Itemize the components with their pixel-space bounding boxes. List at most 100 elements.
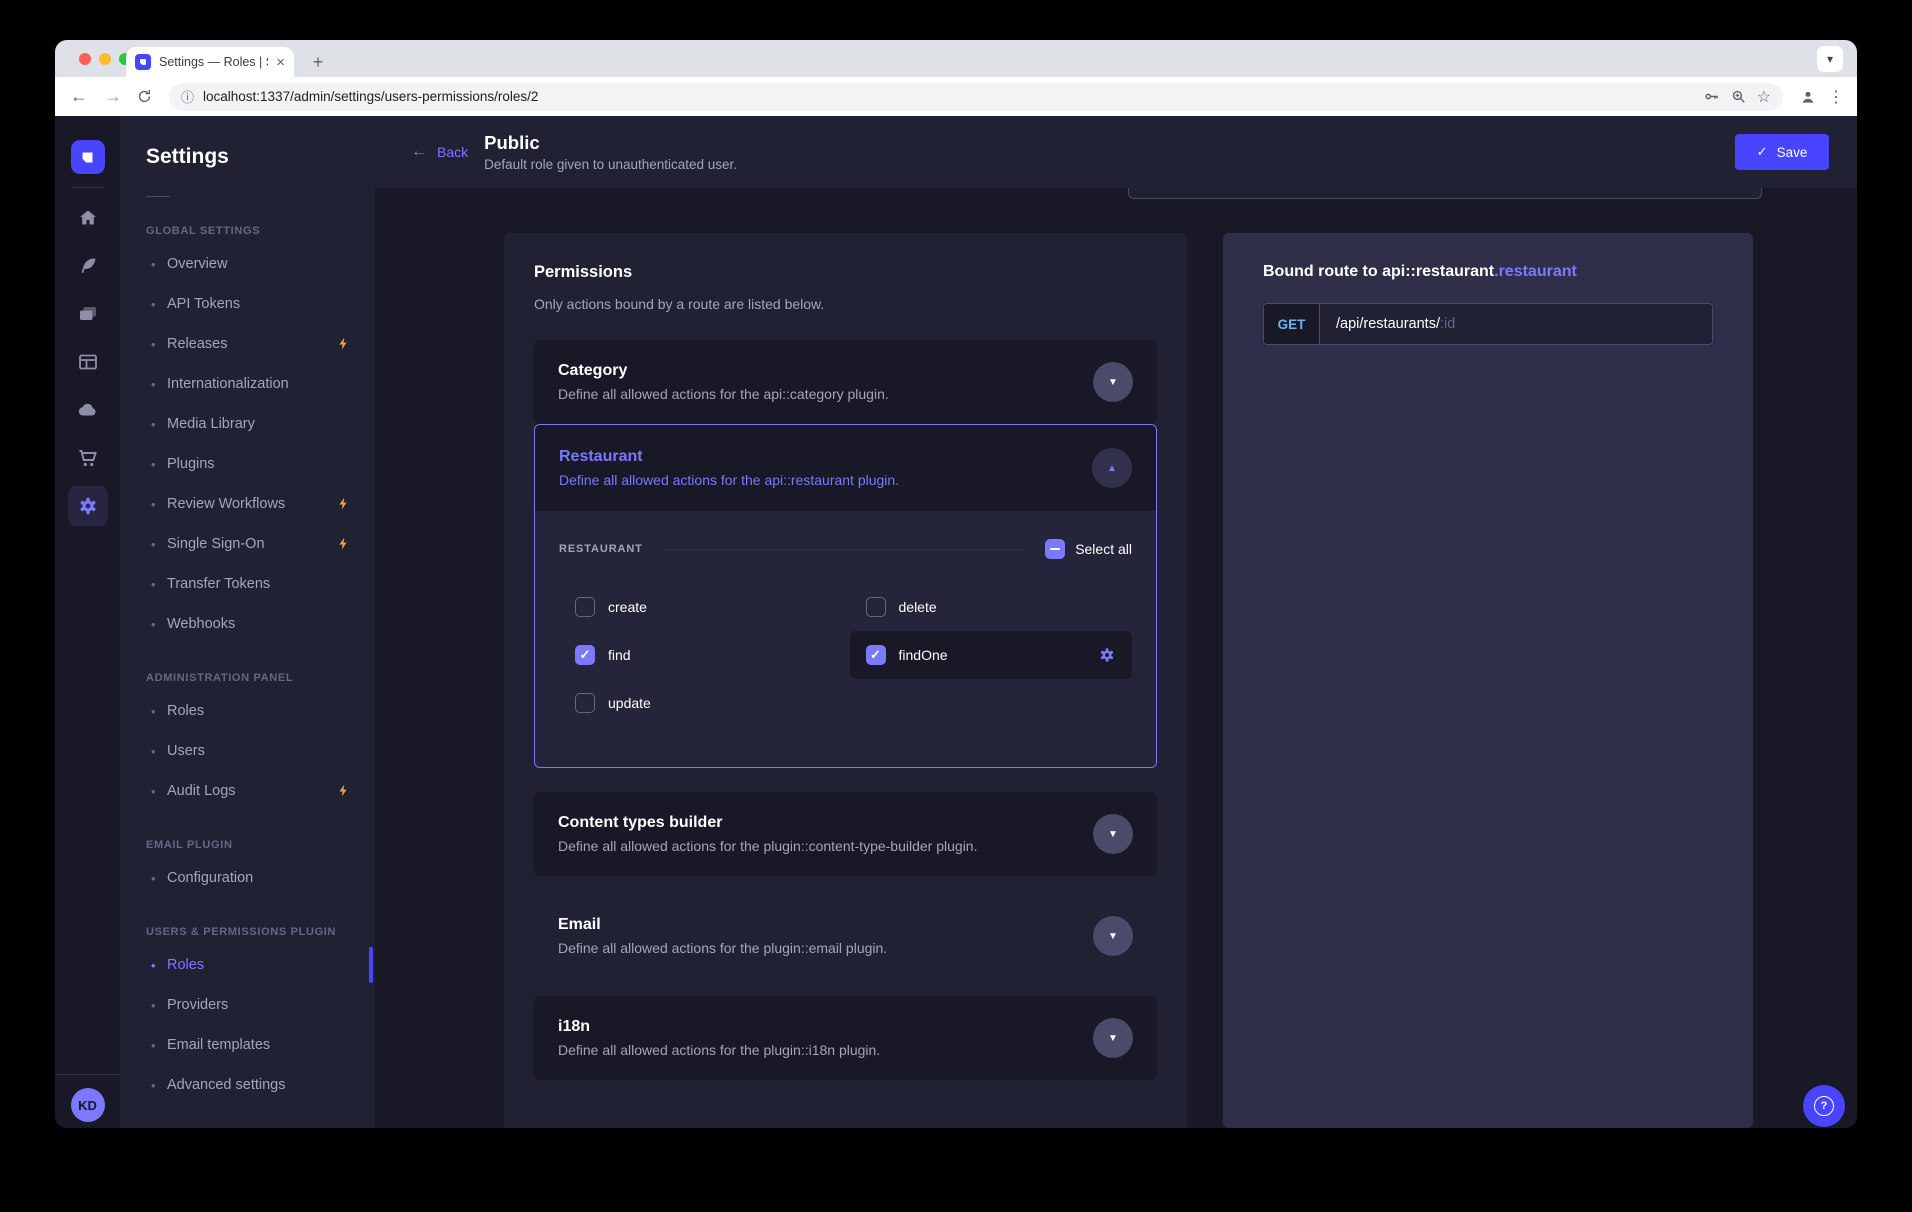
group-label: RESTAURANT (559, 543, 643, 555)
sidebar-item-advanced-settings[interactable]: Advanced settings (120, 1065, 375, 1105)
save-button[interactable]: ✓ Save (1735, 134, 1829, 170)
browser-tab[interactable]: Settings — Roles | Strapi × (126, 47, 294, 77)
site-info-icon[interactable]: ⓘ (181, 87, 194, 106)
settings-cog-icon[interactable] (1098, 646, 1116, 664)
url-bar[interactable]: ⓘ localhost:1337/admin/settings/users-pe… (169, 83, 1783, 111)
lightning-icon (336, 336, 351, 351)
select-all-control[interactable]: Select all (1045, 539, 1132, 559)
tab-search-chevron-icon[interactable]: ▾ (1817, 46, 1843, 72)
browser-forward-icon[interactable]: → (101, 86, 125, 107)
permission-update[interactable]: update (559, 679, 842, 727)
accordion-category[interactable]: Category Define all allowed actions for … (534, 340, 1157, 424)
sidebar-item-releases[interactable]: Releases (120, 324, 375, 364)
marketplace-cart-icon[interactable] (68, 438, 108, 478)
permission-label: findOne (899, 647, 948, 663)
password-key-icon[interactable] (1703, 88, 1721, 106)
indeterminate-mark (1050, 548, 1060, 551)
profile-icon[interactable] (1799, 88, 1817, 106)
zoom-icon[interactable] (1730, 88, 1748, 106)
sidebar-divider (146, 196, 170, 197)
settings-gear-icon[interactable] (68, 486, 108, 526)
permission-findone[interactable]: ✓ findOne (850, 631, 1133, 679)
save-label: Save (1777, 145, 1808, 160)
rail-divider (71, 187, 104, 188)
sidebar-item-providers[interactable]: Providers (120, 985, 375, 1025)
sidebar-item-transfer-tokens[interactable]: Transfer Tokens (120, 564, 375, 604)
tab-close-icon[interactable]: × (276, 55, 285, 70)
content-type-builder-layout-icon[interactable] (68, 342, 108, 382)
minimize-window-button[interactable] (99, 53, 111, 65)
accordion-restaurant-header[interactable]: Restaurant Define all allowed actions fo… (535, 425, 1156, 511)
sidebar-item-single-sign-on[interactable]: Single Sign-On (120, 524, 375, 564)
accordion-email[interactable]: Email Define all allowed actions for the… (534, 894, 1157, 978)
settings-sidebar: Settings GLOBAL SETTINGS Overview API To… (120, 116, 375, 1128)
expand-toggle-button[interactable]: ▼ (1093, 362, 1133, 402)
find-checkbox[interactable]: ✓ (575, 645, 595, 665)
http-method-badge: GET (1264, 304, 1320, 344)
bound-route-title: Bound route to api::restaurant.restauran… (1263, 263, 1713, 281)
permission-create[interactable]: create (559, 583, 842, 631)
strapi-logo[interactable] (71, 140, 105, 174)
reload-icon[interactable] (135, 88, 153, 106)
select-all-checkbox[interactable] (1045, 539, 1065, 559)
caret-down-icon: ▼ (1108, 1033, 1118, 1044)
check-icon: ✓ (1757, 144, 1768, 160)
expand-toggle-button[interactable]: ▼ (1093, 814, 1133, 854)
expand-toggle-button[interactable]: ▼ (1093, 916, 1133, 956)
sidebar-item-audit-logs[interactable]: Audit Logs (120, 771, 375, 811)
expand-toggle-button[interactable]: ▼ (1093, 1018, 1133, 1058)
close-window-button[interactable] (79, 53, 91, 65)
section-label-users-permissions-plugin: USERS & PERMISSIONS PLUGIN (120, 925, 375, 939)
sidebar-item-overview[interactable]: Overview (120, 244, 375, 284)
strapi-app: KD Settings GLOBAL SETTINGS Overview API… (55, 116, 1857, 1128)
check-icon: ✓ (580, 647, 591, 663)
sidebar-item-internationalization[interactable]: Internationalization (120, 364, 375, 404)
permission-delete[interactable]: delete (850, 583, 1133, 631)
active-item-indicator (369, 947, 373, 983)
sidebar-item-email-templates[interactable]: Email templates (120, 1025, 375, 1065)
new-tab-button[interactable]: + (305, 49, 331, 75)
main-content: ← Back Public Default role given to unau… (375, 116, 1857, 1128)
user-avatar[interactable]: KD (71, 1088, 105, 1122)
sidebar-item-plugins[interactable]: Plugins (120, 444, 375, 484)
media-library-images-icon[interactable] (68, 294, 108, 334)
permission-label: find (608, 647, 631, 663)
update-checkbox[interactable] (575, 693, 595, 713)
lightning-icon (336, 783, 351, 798)
content-manager-feather-icon[interactable] (68, 246, 108, 286)
bookmark-star-icon[interactable]: ☆ (1757, 87, 1771, 107)
sidebar-item-media-library[interactable]: Media Library (120, 404, 375, 444)
sidebar-item-configuration[interactable]: Configuration (120, 858, 375, 898)
accordion-content-types-builder[interactable]: Content types builder Define all allowed… (534, 792, 1157, 876)
sidebar-item-up-roles[interactable]: Roles (120, 945, 375, 985)
create-checkbox[interactable] (575, 597, 595, 617)
accordion-i18n[interactable]: i18n Define all allowed actions for the … (534, 996, 1157, 1080)
findone-checkbox[interactable]: ✓ (866, 645, 886, 665)
back-label: Back (437, 144, 468, 160)
collapse-toggle-button[interactable]: ▲ (1092, 448, 1132, 488)
sidebar-title: Settings (120, 144, 375, 170)
sidebar-item-review-workflows[interactable]: Review Workflows (120, 484, 375, 524)
bound-route-panel: Bound route to api::restaurant.restauran… (1223, 233, 1753, 1128)
window-controls (79, 53, 131, 65)
browser-menu-icon[interactable]: ⋮ (1827, 87, 1845, 107)
accordion-description: Define all allowed actions for the plugi… (558, 940, 887, 956)
sidebar-item-users[interactable]: Users (120, 731, 375, 771)
home-icon[interactable] (68, 198, 108, 238)
sidebar-item-webhooks[interactable]: Webhooks (120, 604, 375, 644)
delete-checkbox[interactable] (866, 597, 886, 617)
sidebar-item-api-tokens[interactable]: API Tokens (120, 284, 375, 324)
accordion-title: Category (558, 362, 889, 380)
cloud-icon[interactable] (68, 390, 108, 430)
rail-footer-divider (55, 1074, 120, 1075)
browser-back-icon[interactable]: ← (67, 86, 91, 107)
help-button[interactable]: ? (1803, 1085, 1845, 1127)
sidebar-item-admin-roles[interactable]: Roles (120, 691, 375, 731)
back-link[interactable]: ← Back (411, 143, 468, 161)
permission-find[interactable]: ✓ find (559, 631, 842, 679)
accordion-title: i18n (558, 1018, 880, 1036)
route-endpoint-field[interactable]: GET /api/restaurants/:id (1263, 303, 1713, 345)
caret-up-icon: ▲ (1107, 463, 1117, 474)
permissions-subtitle: Only actions bound by a route are listed… (534, 296, 1157, 312)
tab-title: Settings — Roles | Strapi (159, 55, 268, 69)
